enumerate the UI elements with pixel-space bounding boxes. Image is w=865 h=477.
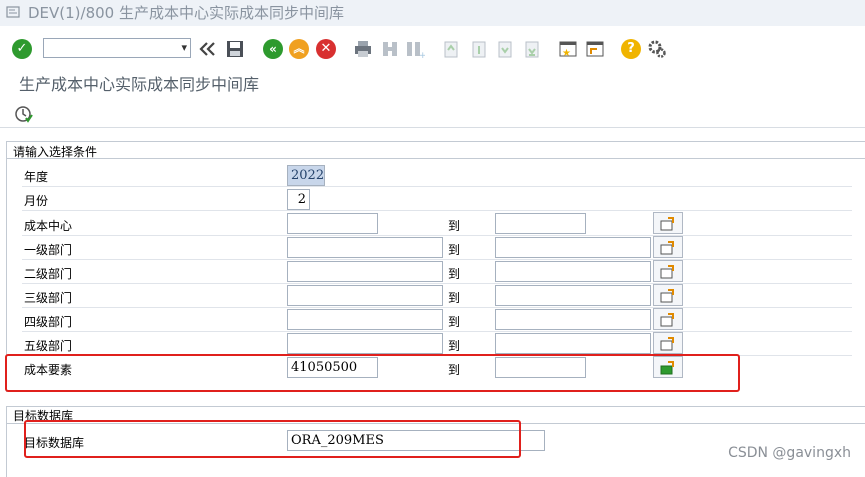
dept-level4-label: 四级部门	[24, 315, 73, 329]
divider	[22, 186, 852, 187]
to-label: 到	[448, 243, 461, 257]
prev-page-icon[interactable]	[469, 39, 489, 59]
divider	[22, 331, 852, 332]
dept-level5-high-input[interactable]	[495, 333, 651, 354]
back-green-icon[interactable]: «	[263, 39, 283, 59]
dept-level2-high-input[interactable]	[495, 261, 651, 282]
enter-icon[interactable]: ✓	[12, 39, 32, 59]
dept-level4-low-input[interactable]	[287, 309, 443, 330]
last-page-icon[interactable]	[522, 39, 542, 59]
multiple-selection-button[interactable]	[653, 332, 683, 354]
month-label: 月份	[24, 194, 49, 208]
save-icon[interactable]	[225, 39, 245, 59]
find-icon[interactable]	[380, 39, 400, 59]
divider	[22, 283, 852, 284]
divider	[6, 158, 865, 159]
cancel-icon[interactable]: ✕	[316, 39, 336, 59]
dept-level1-label: 一级部门	[24, 243, 73, 257]
title-bar: DEV(1)/800 生产成本中心实际成本同步中间库	[0, 0, 865, 26]
to-label: 到	[448, 315, 461, 329]
help-icon[interactable]: ?	[621, 39, 641, 59]
dept-level2-low-input[interactable]	[287, 261, 443, 282]
dept-level3-high-input[interactable]	[495, 285, 651, 306]
settings-icon[interactable]	[647, 39, 667, 59]
dept-level1-low-input[interactable]	[287, 237, 443, 258]
cost-center-high-input[interactable]	[495, 213, 586, 234]
execute-icon[interactable]	[12, 104, 34, 124]
highlight-box	[24, 420, 521, 458]
print-icon[interactable]	[353, 39, 373, 59]
chevron-down-icon[interactable]: ▾	[181, 41, 187, 54]
svg-text:+: +	[419, 51, 425, 59]
to-label: 到	[448, 219, 461, 233]
year-input[interactable]: 2022	[287, 165, 325, 186]
multiple-selection-button[interactable]	[653, 212, 683, 234]
multiple-selection-icon	[660, 313, 674, 327]
next-page-icon[interactable]	[495, 39, 515, 59]
window-title: DEV(1)/800 生产成本中心实际成本同步中间库	[28, 4, 344, 22]
window-icon	[6, 6, 20, 18]
multiple-selection-icon	[660, 241, 674, 255]
multiple-selection-button[interactable]	[653, 236, 683, 258]
to-label: 到	[448, 339, 461, 353]
dept-level5-label: 五级部门	[24, 339, 73, 353]
page-title: 生产成本中心实际成本同步中间库	[19, 75, 260, 94]
dept-level2-label: 二级部门	[24, 267, 73, 281]
multiple-selection-icon	[660, 217, 674, 231]
multiple-selection-icon	[660, 265, 674, 279]
divider	[22, 307, 852, 308]
watermark: CSDN @gavingxh	[728, 445, 851, 461]
dept-level3-label: 三级部门	[24, 291, 73, 305]
year-label: 年度	[24, 170, 49, 184]
multiple-selection-icon	[660, 337, 674, 351]
cost-center-label: 成本中心	[24, 219, 73, 233]
dept-level4-high-input[interactable]	[495, 309, 651, 330]
multiple-selection-button[interactable]	[653, 284, 683, 306]
dept-level5-low-input[interactable]	[287, 333, 443, 354]
command-field[interactable]: ▾	[43, 38, 191, 58]
svg-text:★: ★	[562, 48, 571, 59]
exit-icon[interactable]: ︽	[289, 39, 309, 59]
divider	[22, 259, 852, 260]
multiple-selection-icon	[660, 289, 674, 303]
multiple-selection-button[interactable]	[653, 308, 683, 330]
dept-level3-low-input[interactable]	[287, 285, 443, 306]
shortcut-icon[interactable]	[585, 39, 605, 59]
to-label: 到	[448, 267, 461, 281]
cost-center-low-input[interactable]	[287, 213, 378, 234]
month-input[interactable]: 2	[287, 189, 310, 210]
first-page-icon[interactable]	[441, 39, 461, 59]
divider	[22, 235, 852, 236]
create-session-icon[interactable]: ★	[558, 39, 578, 59]
to-label: 到	[448, 291, 461, 305]
divider	[22, 210, 852, 211]
separator	[0, 127, 865, 128]
multiple-selection-button[interactable]	[653, 260, 683, 282]
highlight-box	[5, 354, 740, 392]
dept-level1-high-input[interactable]	[495, 237, 651, 258]
back-icon[interactable]	[198, 39, 218, 59]
find-next-icon[interactable]: +	[405, 39, 425, 59]
